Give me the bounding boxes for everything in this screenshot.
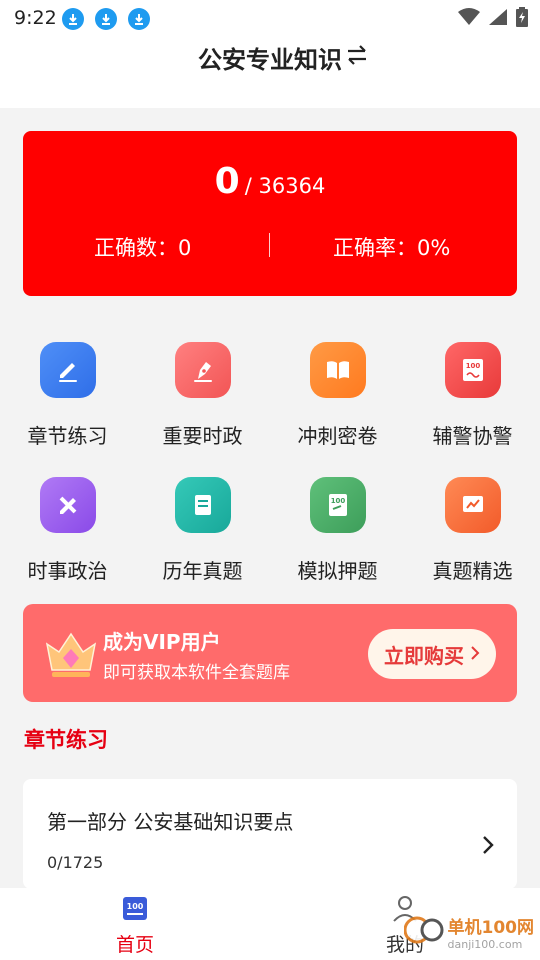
chevron-right-icon: [470, 642, 480, 666]
chapter-progress: 0/1725: [47, 853, 104, 872]
svg-text:100: 100: [330, 497, 345, 505]
accuracy-rate: 正确率：0%: [333, 236, 451, 260]
status-bar: 9:22: [0, 0, 540, 36]
exam-paper-icon: 100: [309, 477, 366, 533]
category-past-papers[interactable]: 历年真题: [135, 477, 270, 584]
home-100-icon: 100: [121, 897, 149, 926]
category-chapter-practice[interactable]: 章节练习: [0, 342, 135, 449]
category-label: 时事政治: [27, 559, 108, 583]
total-questions: / 36364: [244, 174, 326, 198]
swap-icon[interactable]: [344, 42, 370, 68]
crown-diamond-icon: [41, 624, 101, 682]
download-icon: [62, 8, 84, 30]
title-bar: 公安专业知识: [0, 36, 540, 108]
download-icon: [128, 8, 150, 30]
svg-text:100: 100: [465, 362, 480, 370]
buy-now-button[interactable]: 立即购买: [368, 629, 496, 679]
vip-subtitle: 即可获取本软件全套题库: [103, 663, 290, 683]
category-selected-questions[interactable]: 真题精选: [405, 477, 540, 584]
score-100-icon: 100: [444, 342, 501, 398]
category-label: 真题精选: [432, 559, 513, 583]
download-icon: [95, 8, 117, 30]
signal-icon: [488, 8, 508, 30]
tab-home-label: 首页: [115, 934, 154, 956]
wifi-icon: [458, 8, 480, 30]
category-label: 章节练习: [27, 424, 108, 448]
divider: [269, 233, 270, 257]
tab-home[interactable]: 100 首页: [90, 894, 180, 957]
svg-text:100: 100: [127, 902, 144, 911]
document-icon: [174, 477, 231, 533]
pencil-icon: [39, 342, 96, 398]
watermark: 单机100网 danji100.com: [403, 912, 535, 952]
correct-count: 正确数：0: [94, 236, 192, 260]
category-label: 模拟押题: [297, 559, 378, 583]
category-current-affairs[interactable]: 时事政治: [0, 477, 135, 584]
status-time: 9:22: [14, 7, 57, 29]
score-card: 0 / 36364 正确数：0 正确率：0%: [23, 131, 517, 296]
watermark-brand: 单机100网: [447, 918, 535, 938]
battery-icon: [516, 7, 528, 31]
page-title: 公安专业知识: [198, 46, 342, 74]
vip-title: 成为VIP用户: [103, 630, 221, 654]
correct-total: 0: [214, 161, 240, 202]
category-mock-exam[interactable]: 100 模拟押题: [270, 477, 405, 584]
category-important-politics[interactable]: 重要时政: [135, 342, 270, 449]
category-label: 历年真题: [162, 559, 243, 583]
score-total: 0 / 36364: [23, 161, 517, 202]
vip-banner[interactable]: 成为VIP用户 即可获取本软件全套题库 立即购买: [23, 604, 517, 702]
pencil-ruler-icon: [39, 477, 96, 533]
pen-nib-icon: [174, 342, 231, 398]
category-label: 辅警协警: [432, 424, 513, 448]
watermark-logo-icon: [403, 912, 444, 952]
chevron-right-icon: [481, 835, 495, 855]
category-label: 重要时政: [162, 424, 243, 448]
category-sprint-papers[interactable]: 冲刺密卷: [270, 342, 405, 449]
chapter-card[interactable]: 第一部分 公安基础知识要点 0/1725: [23, 779, 517, 889]
watermark-url: danji100.com: [447, 938, 523, 951]
category-label: 冲刺密卷: [297, 424, 378, 448]
section-title: 章节练习: [24, 728, 108, 752]
book-icon: [309, 342, 366, 398]
category-auxiliary-police[interactable]: 100 辅警协警: [405, 342, 540, 449]
chart-board-icon: [444, 477, 501, 533]
buy-now-label: 立即购买: [384, 643, 464, 668]
chapter-title: 第一部分 公安基础知识要点: [47, 810, 294, 834]
